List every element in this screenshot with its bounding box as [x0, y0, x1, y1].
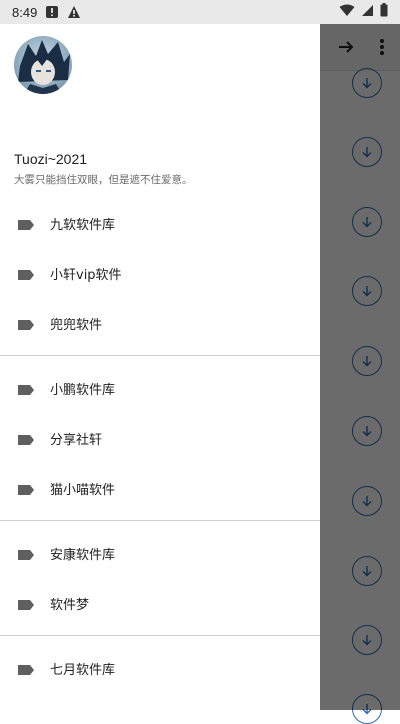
menu-item-xiaopeng[interactable]: 小鹏软件库: [0, 363, 320, 413]
menu-item-xiaoxuan-vip[interactable]: 小轩vip软件: [0, 248, 320, 298]
menu-item-label: 九软软件库: [50, 217, 116, 233]
label-icon: [17, 431, 35, 450]
drawer-menu: 九软软件库 小轩vip软件 兜兜软件 小鹏软件库 分享社轩 猫小喵软件 安康软件: [0, 198, 320, 693]
notification-a-icon: [67, 5, 81, 19]
menu-divider: [0, 520, 320, 521]
menu-item-label: 小鹏软件库: [50, 382, 116, 398]
user-name: Tuozi~2021: [14, 151, 88, 167]
menu-item-ankang[interactable]: 安康软件库: [0, 528, 320, 578]
menu-item-doudou[interactable]: 兜兜软件: [0, 298, 320, 348]
menu-item-label: 分享社轩: [50, 432, 103, 448]
label-icon: [17, 661, 35, 680]
menu-divider: [0, 635, 320, 636]
menu-item-label: 兜兜软件: [50, 317, 103, 333]
label-icon: [17, 381, 35, 400]
label-icon: [17, 546, 35, 565]
label-icon: [17, 596, 35, 615]
avatar[interactable]: [14, 36, 72, 94]
label-icon: [17, 316, 35, 335]
navigation-drawer: Tuozi~2021 大雾只能挡住双眼，但是遮不住爱意。 九软软件库 小轩vip…: [0, 24, 320, 710]
menu-item-label: 小轩vip软件: [50, 267, 122, 283]
label-icon: [17, 266, 35, 285]
menu-item-maoxiaomiao[interactable]: 猫小喵软件: [0, 463, 320, 513]
menu-item-ruanjianmeng[interactable]: 软件梦: [0, 578, 320, 628]
user-subtitle: 大雾只能挡住双眼，但是遮不住爱意。: [14, 174, 193, 186]
menu-item-label: 七月软件库: [50, 662, 116, 678]
label-icon: [17, 481, 35, 500]
status-bar: 8:49: [0, 0, 400, 24]
label-icon: [17, 216, 35, 235]
status-time: 8:49: [12, 4, 38, 20]
signal-icon: [361, 4, 374, 21]
menu-item-label: 猫小喵软件: [50, 482, 116, 498]
menu-item-jiuruan[interactable]: 九软软件库: [0, 198, 320, 248]
menu-item-fenxiang[interactable]: 分享社轩: [0, 413, 320, 463]
battery-icon: [380, 3, 388, 21]
wifi-icon: [339, 4, 355, 21]
menu-item-label: 软件梦: [50, 597, 90, 613]
menu-item-label: 安康软件库: [50, 547, 116, 563]
menu-divider: [0, 355, 320, 356]
alert-icon: [45, 5, 59, 19]
menu-item-qiyue[interactable]: 七月软件库: [0, 643, 320, 693]
